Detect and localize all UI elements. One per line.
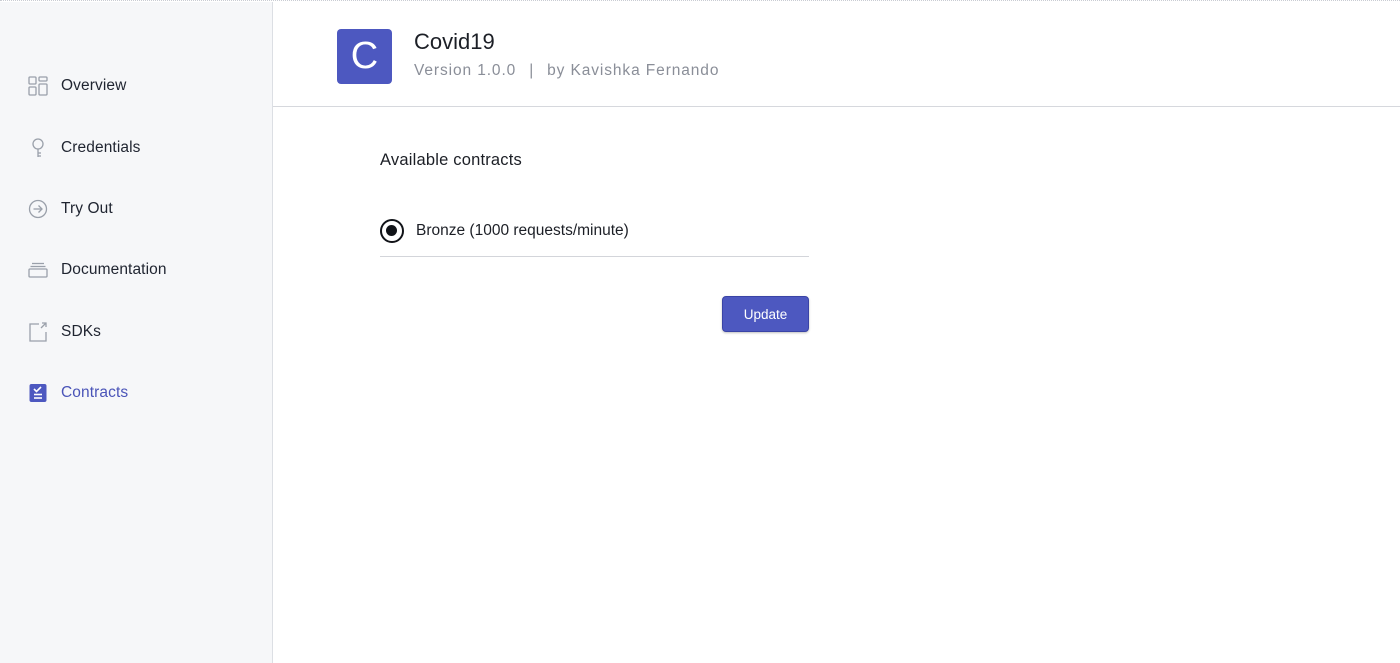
sidebar-item-label: SDKs: [61, 323, 102, 340]
api-version: Version 1.0.0: [414, 62, 517, 79]
update-button[interactable]: Update: [722, 296, 809, 332]
sidebar-item-sdks[interactable]: SDKs: [0, 312, 272, 352]
api-title: Covid19: [414, 29, 495, 54]
sidebar-item-credentials[interactable]: Credentials: [0, 128, 272, 168]
sidebar-item-label: Overview: [61, 77, 127, 94]
api-author: by Kavishka Fernando: [547, 62, 720, 79]
sidebar-item-contracts[interactable]: Contracts: [0, 373, 272, 413]
key-icon: [32, 138, 44, 157]
sidebar: Overview Credentials Try Out Documentati…: [0, 2, 273, 663]
api-avatar: C: [337, 29, 392, 84]
radio-selected-dot: [386, 225, 397, 236]
sidebar-item-overview[interactable]: Overview: [0, 66, 272, 106]
share-box-icon: [29, 322, 47, 342]
page: Overview Credentials Try Out Documentati…: [0, 0, 1400, 663]
sidebar-item-label: Credentials: [61, 139, 141, 156]
sidebar-item-label: Documentation: [61, 261, 167, 278]
arrow-circle-icon: [28, 199, 48, 219]
api-meta: Version 1.0.0 | by Kavishka Fernando: [414, 62, 719, 80]
section-title: Available contracts: [380, 151, 522, 169]
sidebar-item-label: Contracts: [61, 384, 129, 401]
grid-icon: [28, 76, 48, 96]
contract-radio[interactable]: [380, 219, 404, 243]
meta-separator: |: [529, 62, 535, 79]
sidebar-item-try-out[interactable]: Try Out: [0, 189, 272, 229]
docs-stack-icon: [28, 262, 48, 278]
contract-clipboard-icon: [29, 384, 47, 402]
sidebar-item-label: Try Out: [61, 200, 113, 217]
api-header: C Covid19 Version 1.0.0 | by Kavishka Fern…: [273, 2, 1400, 107]
sidebar-item-documentation[interactable]: Documentation: [0, 250, 272, 290]
contract-option[interactable]: Bronze (1000 requests/minute): [380, 206, 809, 257]
contract-label: Bronze (1000 requests/minute): [416, 222, 629, 239]
